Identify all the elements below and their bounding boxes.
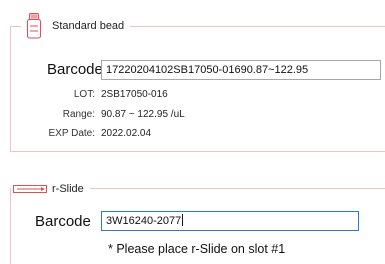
text-caret [182, 214, 184, 226]
r-slide-legend: r-Slide [11, 182, 90, 196]
range-label: Range: [62, 109, 95, 120]
bead-barcode-value: 17220204102SB17050-01690.87~122.95 [106, 64, 309, 76]
lot-label: LOT: [73, 89, 95, 100]
r-slide-group: r-Slide Barcode 3W16240-2077 * Please pl… [10, 182, 385, 264]
vial-icon [26, 13, 42, 39]
bead-barcode-input[interactable]: 17220204102SB17050-01690.87~122.95 [101, 60, 381, 80]
slide-barcode-input[interactable]: 3W16240-2077 [101, 211, 359, 231]
range-value: 90.87 ~ 122.95 /uL [101, 109, 185, 120]
lot-value: 2SB17050-016 [101, 89, 168, 100]
slide-placement-note: * Please place r-Slide on slot #1 [108, 242, 286, 256]
slide-barcode-value: 3W16240-2077 [106, 215, 182, 227]
standard-bead-title: Standard bead [52, 20, 125, 32]
standard-bead-group: Standard bead Barcode 17220204102SB17050… [10, 13, 385, 152]
exp-date-value: 2022.02.04 [101, 128, 152, 139]
bead-barcode-label: Barcode [47, 61, 103, 78]
r-slide-title: r-Slide [52, 183, 84, 195]
slide-barcode-label: Barcode [35, 213, 91, 230]
slide-icon [13, 185, 47, 193]
exp-date-label: EXP Date: [48, 128, 95, 139]
standard-bead-legend: Standard bead [21, 13, 131, 39]
